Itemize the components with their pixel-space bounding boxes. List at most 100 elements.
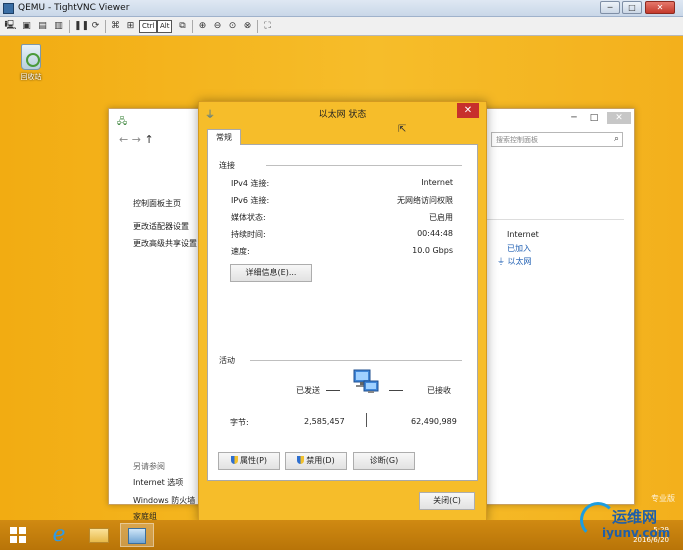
zoom-fit-icon[interactable]: ⊗ [241,20,254,33]
details-button[interactable]: 详细信息(E)... [230,264,312,282]
internet-options-link[interactable]: Internet 选项 [133,477,183,488]
watermark-url: iyunv.com [602,526,671,540]
vnc-app-icon [3,3,14,14]
plug-icon: ⏚ [497,257,505,266]
ie-icon: e [52,522,66,547]
zoom-100-icon[interactable]: ⊙ [226,20,239,33]
options-icon[interactable]: ▤ [36,20,49,33]
clipboard-icon[interactable]: ⧉ [176,20,189,33]
media-state-label: 媒体状态: [231,213,266,222]
ethernet-status-dialog: ⏚ 以太网 状态 ✕ 常规 连接 IPv4 连接: Internet IPv6 … [198,101,487,520]
mouse-cursor-icon: ⇱ [398,124,407,135]
toolbar-separator [257,20,258,33]
search-icon[interactable]: ⌕ [614,134,619,144]
change-adapter-link[interactable]: 更改适配器设置 [133,221,189,232]
tab-general[interactable]: 常规 [207,129,241,145]
cp-home-link[interactable]: 控制面板主页 [133,198,181,209]
homegroup-status-link[interactable]: 已加入 [507,243,531,254]
network-icon: 🖧 [117,117,128,127]
vnc-toolbar: 🖳 ▣ ▤ ▥ ❚❚ ⟳ ⌘ ⊞ Ctrl Alt ⧉ ⊕ ⊖ ⊙ ⊗ ⛶ [0,17,683,36]
advanced-sharing-link[interactable]: 更改高级共享设置 [133,238,197,249]
minimize-button[interactable]: ─ [600,1,620,14]
received-label: 已接收 [427,386,451,395]
duration-label: 持续时间: [231,230,266,239]
alt-key-toggle[interactable]: Alt [157,20,173,33]
ipv6-label: IPv6 连接: [231,196,270,205]
sent-dash [326,390,340,391]
ipv4-value: Internet [421,178,453,187]
ipv4-label: IPv4 连接: [231,179,270,188]
ctrl-key-toggle[interactable]: Ctrl [139,20,158,33]
connection-section-label: 连接 [219,161,235,170]
new-connection-icon[interactable]: 🖳 [4,20,17,33]
taskbar-control-panel[interactable] [120,523,154,547]
ethernet-connection-link[interactable]: ⏚ 以太网 [497,256,532,267]
properties-button[interactable]: 属性(P) [218,452,280,470]
start-button[interactable] [10,527,26,543]
up-button[interactable]: ↑ [144,133,153,146]
watermark-cn: 运维网 [612,508,658,526]
control-panel-icon [128,528,146,544]
ctrl-alt-del-icon[interactable]: ⌘ [109,20,122,33]
pause-icon[interactable]: ❚❚ [74,20,89,33]
speed-value: 10.0 Gbps [412,246,453,255]
media-state-value: 已启用 [429,213,453,222]
windows-key-icon[interactable]: ⊞ [124,20,137,33]
folder-icon [89,528,109,543]
sent-label: 已发送 [296,386,320,395]
recycle-bin-label: 回收站 [20,73,42,81]
windows-logo-icon [10,536,17,543]
toolbar-separator [105,20,106,33]
disable-button[interactable]: 禁用(D) [285,452,347,470]
firewall-link[interactable]: Windows 防火墙 [133,495,195,506]
desktop: 回收站 🖧 ─ □ ✕ ← → ↑ 搜索控制面板 ⌕ 控制面板主页 更改适配器设… [0,36,683,520]
cp-minimize-button[interactable]: ─ [565,112,583,124]
speed-label: 速度: [231,247,250,256]
ethernet-link-label: 以太网 [507,257,532,266]
see-also-heading: 另请参阅 [133,462,165,471]
back-button[interactable]: ← [119,133,128,146]
vnc-title-bar: QEMU - TightVNC Viewer ─ □ ✕ [0,0,683,17]
dialog-close-button[interactable]: ✕ [457,103,479,118]
shield-icon [230,456,238,464]
cp-close-button[interactable]: ✕ [607,112,631,124]
cp-divider [484,219,624,220]
refresh-icon[interactable]: ⟳ [89,20,102,33]
bytes-label: 字节: [230,418,249,427]
windows-logo-icon [19,527,26,534]
fullscreen-icon[interactable]: ⛶ [261,20,274,33]
dialog-close-action-button[interactable]: 关闭(C) [419,492,475,510]
bytes-received-value: 62,490,989 [411,417,457,426]
windows-logo-icon [19,536,26,543]
forward-button[interactable]: → [132,133,141,146]
windows-logo-icon [10,527,17,534]
network-activity-icon [353,369,379,393]
taskbar-ie[interactable]: e [42,523,76,547]
activity-divider [250,360,462,361]
bytes-sent-value: 2,585,457 [304,417,345,426]
disable-button-label: 禁用(D) [306,456,335,465]
general-tab-panel: 连接 IPv4 连接: Internet IPv6 连接: 无网络访问权限 媒体… [207,144,478,481]
vnc-window-title: QEMU - TightVNC Viewer [18,3,130,13]
duration-value: 00:44:48 [417,229,453,238]
cp-search-input[interactable]: 搜索控制面板 ⌕ [491,132,623,147]
close-button[interactable]: ✕ [645,1,675,14]
maximize-button[interactable]: □ [622,1,642,14]
recycle-bin-icon [21,44,41,70]
zoom-in-icon[interactable]: ⊕ [196,20,209,33]
toolbar-separator [69,20,70,33]
homegroup-link[interactable]: 家庭组 [133,511,157,520]
save-icon[interactable]: ▣ [20,20,33,33]
shield-icon [297,456,305,464]
connection-divider [266,165,462,166]
zoom-out-icon[interactable]: ⊖ [211,20,224,33]
site-watermark: 运维网 iyunv.com [580,500,680,546]
diagnose-button[interactable]: 诊断(G) [353,452,415,470]
activity-bar [366,413,367,427]
taskbar-explorer[interactable] [82,523,116,547]
activity-section-label: 活动 [219,356,235,365]
cp-maximize-button[interactable]: □ [585,112,603,124]
cp-nav-buttons: ← → ↑ [119,133,154,146]
info-icon[interactable]: ▥ [52,20,65,33]
recycle-bin[interactable]: 回收站 [14,44,48,82]
